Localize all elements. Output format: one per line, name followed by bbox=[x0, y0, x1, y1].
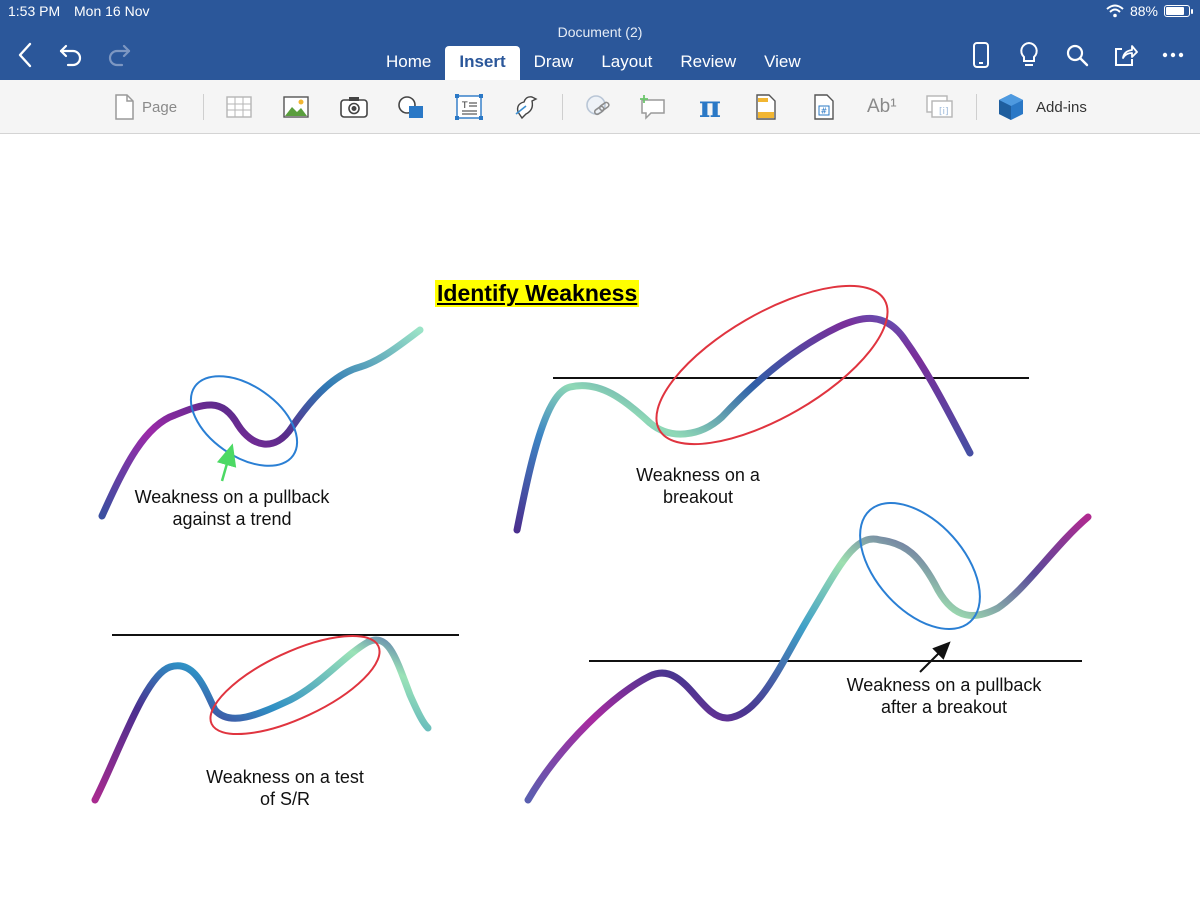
caption-pullback-trend: Weakness on a pullback against a trend bbox=[118, 486, 346, 530]
link-icon bbox=[586, 95, 610, 116]
insert-comment-button[interactable] bbox=[638, 90, 668, 124]
redo-button[interactable] bbox=[102, 38, 136, 72]
toolbar-right bbox=[964, 38, 1190, 72]
page-number-icon: # bbox=[814, 94, 834, 120]
more-icon bbox=[1162, 52, 1184, 58]
status-right: 88% bbox=[1106, 3, 1193, 19]
ribbon-divider bbox=[976, 94, 977, 120]
phone-icon bbox=[973, 42, 989, 68]
caption-line: against a trend bbox=[172, 509, 292, 529]
ribbon-divider bbox=[203, 94, 204, 120]
insert-footnote-button[interactable]: Ab¹ bbox=[867, 90, 897, 124]
insert-link-button[interactable] bbox=[584, 90, 612, 124]
pi-icon: π bbox=[699, 89, 721, 125]
document-canvas[interactable]: Identify Weakness Weakness on a pullback… bbox=[0, 135, 1200, 900]
share-button[interactable] bbox=[1108, 38, 1142, 72]
textbox-icon: T bbox=[455, 94, 483, 120]
status-date: Mon 16 Nov bbox=[74, 3, 150, 19]
back-button[interactable] bbox=[8, 38, 42, 72]
caption-breakout: Weakness on a breakout bbox=[618, 464, 778, 508]
insert-textbox-button[interactable]: T bbox=[455, 90, 483, 124]
title-bar: 1:53 PM Mon 16 Nov 88% Document (2) Home… bbox=[0, 0, 1200, 80]
caption-line: Weakness on a pullback bbox=[134, 487, 330, 507]
cube-icon bbox=[999, 94, 1023, 120]
insert-shapes-button[interactable] bbox=[397, 90, 425, 124]
svg-text:#: # bbox=[821, 107, 828, 116]
tab-layout[interactable]: Layout bbox=[587, 46, 666, 80]
search-icon bbox=[1066, 44, 1089, 67]
tab-review[interactable]: Review bbox=[666, 46, 750, 80]
caption-line: Weakness on a bbox=[636, 465, 760, 485]
add-ins-label: Add-ins bbox=[1036, 98, 1087, 116]
ribbon-tabs: Home Insert Draw Layout Review View bbox=[372, 46, 815, 80]
price-curve bbox=[524, 513, 1092, 804]
insert-header-footer-button[interactable] bbox=[755, 90, 777, 124]
highlight-ellipse bbox=[209, 634, 381, 736]
undo-icon bbox=[59, 44, 82, 67]
caption-line: Weakness on a pullback bbox=[846, 675, 1042, 695]
tab-home[interactable]: Home bbox=[372, 46, 445, 80]
share-icon bbox=[1115, 45, 1138, 66]
insert-page-button[interactable]: Page bbox=[114, 90, 177, 124]
svg-text:T: T bbox=[461, 101, 468, 111]
undo-button[interactable] bbox=[54, 38, 88, 72]
caption-pullback-breakout: Weakness on a pullback after a breakout bbox=[832, 674, 1056, 718]
insert-page-number-button[interactable]: # bbox=[813, 90, 835, 124]
battery-percent: 88% bbox=[1129, 3, 1158, 19]
chevron-left-icon bbox=[18, 42, 32, 68]
shapes-icon bbox=[398, 96, 423, 118]
bird-icon bbox=[515, 96, 538, 120]
page-label: Page bbox=[142, 98, 178, 116]
mobile-view-button[interactable] bbox=[964, 38, 998, 72]
insert-equation-button[interactable]: π bbox=[699, 89, 721, 125]
insert-ribbon: Page T π # Ab¹ [i] Add-ins bbox=[0, 80, 1200, 134]
insert-camera-button[interactable] bbox=[340, 90, 368, 124]
lightbulb-icon bbox=[1020, 41, 1038, 66]
field-icon: [i] bbox=[926, 95, 953, 118]
table-icon bbox=[226, 96, 252, 118]
page-icon bbox=[115, 94, 134, 120]
more-button[interactable] bbox=[1156, 38, 1190, 72]
battery-icon bbox=[1164, 5, 1193, 17]
insert-table-button[interactable] bbox=[226, 90, 252, 124]
caption-line: after a breakout bbox=[880, 697, 1008, 717]
caption-line: of S/R bbox=[259, 789, 311, 809]
insert-icons-button[interactable] bbox=[512, 90, 540, 124]
tell-me-button[interactable] bbox=[1012, 38, 1046, 72]
status-time: 1:53 PM bbox=[8, 3, 61, 19]
wifi-icon bbox=[1106, 4, 1124, 18]
comment-icon bbox=[640, 95, 665, 120]
insert-picture-button[interactable] bbox=[283, 90, 309, 124]
footnote-icon: Ab¹ bbox=[867, 96, 897, 117]
insert-field-button[interactable]: [i] bbox=[925, 90, 955, 124]
search-button[interactable] bbox=[1060, 38, 1094, 72]
caption-line: breakout bbox=[662, 487, 734, 507]
pointer-arrow bbox=[216, 443, 237, 482]
tab-draw[interactable]: Draw bbox=[520, 46, 588, 80]
tab-view[interactable]: View bbox=[750, 46, 815, 80]
highlight-ellipse bbox=[655, 284, 889, 446]
ribbon-divider bbox=[562, 94, 563, 120]
tab-insert[interactable]: Insert bbox=[445, 46, 520, 80]
picture-icon bbox=[283, 96, 309, 118]
add-ins-button[interactable]: Add-ins bbox=[996, 90, 1087, 124]
pointer-arrow bbox=[919, 641, 951, 673]
caption-line: Weakness on a test bbox=[206, 767, 364, 787]
caption-test-sr: Weakness on a test of S/R bbox=[188, 766, 382, 810]
svg-text:[i]: [i] bbox=[939, 107, 949, 117]
header-footer-icon bbox=[756, 94, 776, 120]
redo-icon bbox=[108, 44, 131, 67]
camera-icon bbox=[340, 97, 368, 118]
